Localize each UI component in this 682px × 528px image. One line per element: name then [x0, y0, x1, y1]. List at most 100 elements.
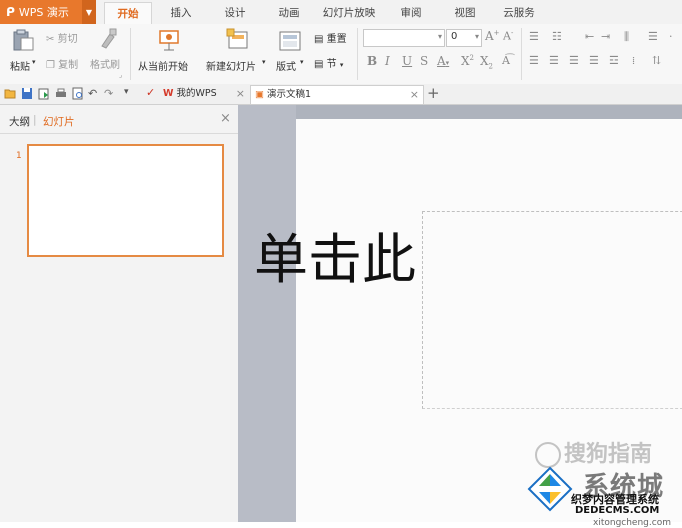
tab-my-wps-label: 我的WPS: [176, 88, 217, 99]
shrink-font-icon[interactable]: A-: [503, 29, 513, 43]
ribbon-toolbar: 粘贴 ▾ ✂ 剪切 ❐ 复制 格式刷 ⌟ 从当前开始 新建幻灯片 ▾ 版式 ▾ …: [0, 24, 682, 85]
section-button[interactable]: ▤ 节 ▾: [314, 55, 343, 70]
chevron-down-icon: ▾: [474, 32, 479, 41]
new-slide-button[interactable]: 新建幻灯片 ▾: [206, 28, 268, 80]
text-align-icon[interactable]: ⇅: [652, 54, 661, 67]
save-as-icon[interactable]: [38, 87, 50, 100]
cut-button[interactable]: ✂ 剪切: [46, 30, 78, 45]
text-direction-icon[interactable]: ⫼: [624, 30, 629, 44]
tab-review[interactable]: 审阅: [394, 0, 428, 24]
align-center-icon[interactable]: ☰: [549, 54, 559, 67]
domain-watermark-text: DEDECMS.COM: [575, 505, 660, 516]
open-folder-icon[interactable]: [4, 87, 16, 100]
undo-icon[interactable]: ↶: [88, 87, 97, 100]
tab-document[interactable]: ▣ 演示文稿1 ×: [250, 85, 424, 104]
column-icon[interactable]: ⁞: [632, 54, 635, 67]
tab-design[interactable]: 设计: [218, 0, 252, 24]
tab-my-wps[interactable]: W 我的WPS ×: [161, 85, 249, 103]
chevron-down-icon[interactable]: ▼: [82, 0, 96, 24]
site-watermark: 系统城 织梦内容管理系统 DEDECMS.COM xitongcheng.com: [523, 458, 682, 528]
scissors-icon: ✂: [46, 34, 55, 45]
print-icon[interactable]: [55, 87, 67, 100]
chevron-down-icon: ▾: [300, 58, 304, 66]
tab-document-label: 演示文稿1: [267, 89, 312, 100]
distribute-icon[interactable]: ☲: [609, 54, 619, 67]
save-icon[interactable]: [21, 87, 33, 100]
chevron-down-icon: ▾: [32, 58, 36, 66]
slide-title-text[interactable]: 单击此: [254, 215, 416, 294]
align-left-icon[interactable]: ☰: [529, 54, 539, 67]
copy-icon: ❐: [46, 60, 55, 71]
brush-icon: [101, 28, 117, 49]
more-icon[interactable]: ·: [669, 30, 673, 43]
quick-access-bar: ↶ ↷ ▾ ✓ W 我的WPS × ▣ 演示文稿1 × +: [0, 84, 682, 105]
new-slide-label: 新建幻灯片: [206, 62, 256, 73]
bold-icon[interactable]: B: [367, 54, 377, 68]
clear-format-icon[interactable]: A͡: [502, 54, 510, 67]
slide-number: 1: [16, 151, 22, 161]
app-menu-button[interactable]: ᑭ WPS 演示 ▼: [0, 0, 96, 24]
superscript-icon[interactable]: X2: [461, 54, 474, 68]
divider: |: [33, 114, 37, 126]
increase-indent-icon[interactable]: ⇥: [601, 30, 610, 43]
wps-w-icon: W: [163, 88, 174, 99]
align-right-icon[interactable]: ☰: [569, 54, 579, 67]
section-label: 节: [326, 59, 337, 70]
paste-button[interactable]: 粘贴 ▾: [8, 28, 38, 80]
close-icon[interactable]: ×: [220, 111, 231, 126]
ribbon-tab-bar: ᑭ WPS 演示 ▼ 开始 插入 设计 动画 幻灯片放映 审阅 视图 云服务: [0, 0, 682, 28]
tab-insert[interactable]: 插入: [164, 0, 198, 24]
tab-outline[interactable]: 大纲: [9, 114, 30, 129]
pin-icon[interactable]: ✓: [146, 86, 155, 99]
paste-label: 粘贴: [10, 62, 30, 73]
tab-slides[interactable]: 幻灯片: [43, 114, 75, 129]
print-preview-icon[interactable]: [72, 87, 84, 100]
justify-icon[interactable]: ☰: [589, 54, 599, 67]
customize-icon[interactable]: ▾: [124, 87, 129, 97]
panel-splitter[interactable]: [238, 105, 296, 522]
chevron-down-icon: ▾: [262, 58, 266, 66]
start-from-current-button[interactable]: 从当前开始: [138, 28, 198, 80]
title-placeholder[interactable]: [422, 211, 682, 409]
font-color-icon[interactable]: A▾: [437, 54, 449, 68]
italic-icon[interactable]: I: [385, 54, 390, 68]
reset-button[interactable]: ▤ 重置: [314, 30, 347, 45]
app-name: WPS 演示: [18, 6, 69, 19]
shadow-icon[interactable]: S: [420, 54, 428, 68]
slide-thumbnail[interactable]: [27, 144, 224, 257]
chevron-down-icon: ▾: [339, 61, 344, 69]
new-slide-icon: [226, 28, 248, 49]
tab-slideshow[interactable]: 幻灯片放映: [318, 0, 380, 24]
grow-font-icon[interactable]: A+: [485, 29, 500, 43]
windows-logo-icon: [527, 466, 573, 512]
reset-icon: ▤: [314, 34, 324, 45]
line-spacing-icon[interactable]: ☰: [648, 30, 658, 43]
group-expand-icon[interactable]: ⌟: [119, 71, 122, 79]
reset-label: 重置: [326, 34, 347, 45]
decrease-indent-icon[interactable]: ⇤: [585, 30, 594, 43]
subscript-icon[interactable]: X2: [480, 54, 493, 70]
new-tab-icon[interactable]: +: [427, 84, 440, 102]
layout-button[interactable]: 版式 ▾: [276, 28, 306, 80]
tab-view[interactable]: 视图: [448, 0, 482, 24]
chevron-down-icon: ▾: [437, 32, 442, 41]
close-icon[interactable]: ×: [236, 85, 245, 103]
numbering-icon[interactable]: ☷: [552, 30, 562, 43]
presentation-file-icon: ▣: [255, 89, 264, 100]
underline-icon[interactable]: U: [402, 54, 412, 68]
close-icon[interactable]: ×: [410, 86, 419, 104]
font-size-combo[interactable]: 0 ▾: [446, 29, 482, 47]
font-name-combo[interactable]: ▾: [363, 29, 445, 47]
tab-cloud[interactable]: 云服务: [498, 0, 540, 24]
separator: [357, 28, 358, 80]
section-icon: ▤: [314, 59, 324, 70]
format-painter-label: 格式刷: [90, 60, 120, 71]
domain2-watermark-text: xitongcheng.com: [593, 518, 671, 528]
bullets-icon[interactable]: ☰: [529, 30, 539, 43]
start-from-current-label: 从当前开始: [138, 62, 188, 73]
copy-button[interactable]: ❐ 复制: [46, 56, 78, 71]
cut-label: 剪切: [57, 34, 78, 45]
redo-icon[interactable]: ↷: [104, 87, 113, 100]
tab-animation[interactable]: 动画: [272, 0, 306, 24]
copy-label: 复制: [58, 60, 79, 71]
